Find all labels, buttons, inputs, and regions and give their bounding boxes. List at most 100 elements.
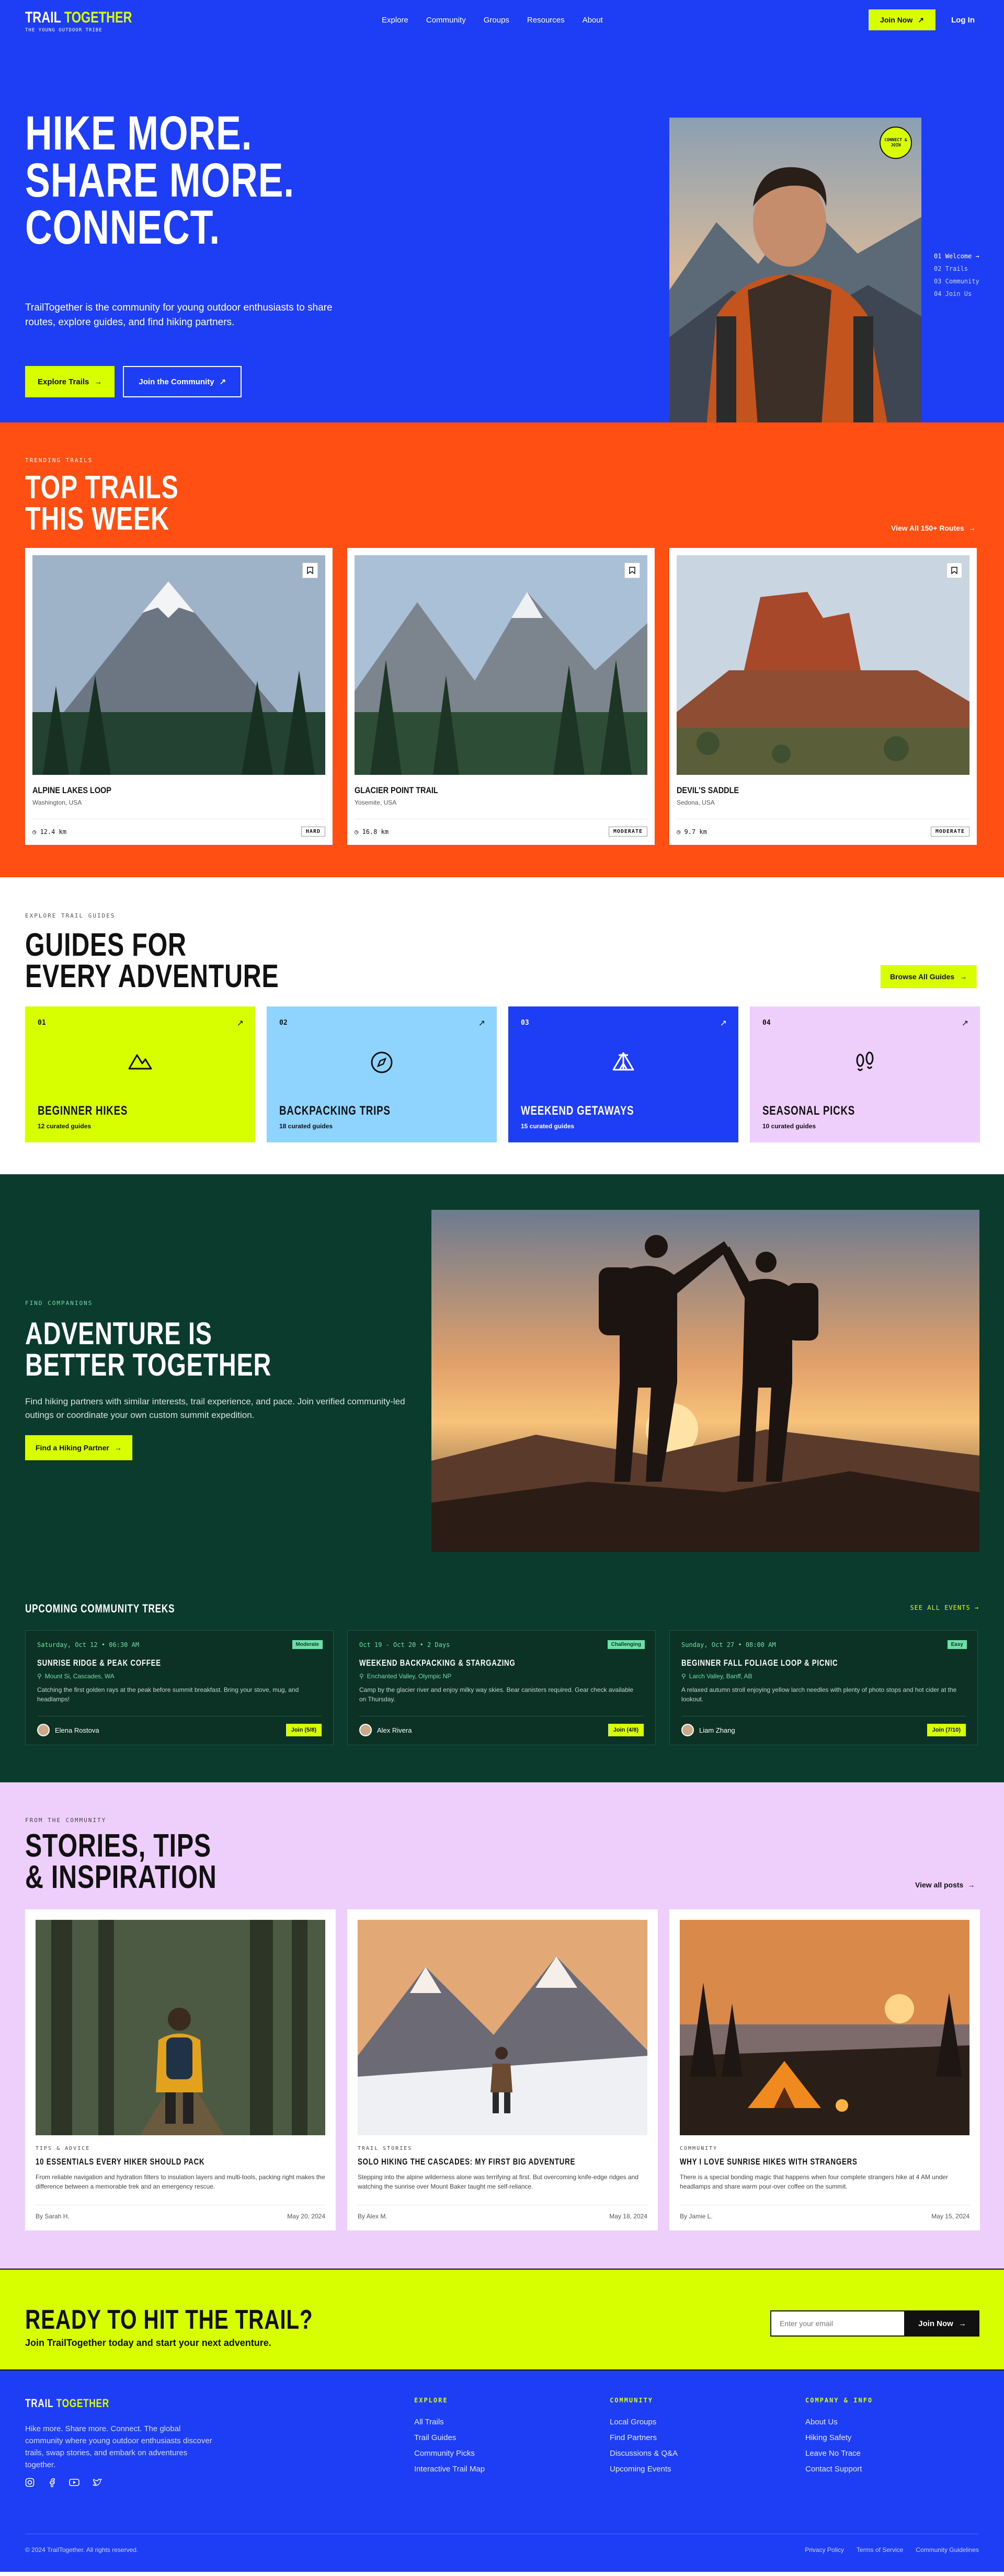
- footer-col-company: COMPANY & INFO About Us Hiking Safety Le…: [805, 2397, 873, 2477]
- compass-icon: [370, 1051, 393, 1074]
- trek-card[interactable]: Saturday, Oct 12 • 06:30 AM Moderate SUN…: [25, 1630, 334, 1745]
- story-author: By Alex M.: [358, 2213, 387, 2220]
- guide-card[interactable]: 02 ↗ BACKPACKING TRIPS 18 curated guides: [267, 1006, 497, 1142]
- hero-line-2: SHARE MORE.: [25, 154, 294, 207]
- bookmark-icon[interactable]: [624, 563, 640, 578]
- join-trek-button[interactable]: Join (4/8): [608, 1724, 644, 1736]
- email-input[interactable]: [770, 2310, 905, 2337]
- footer-brand[interactable]: TRAIL TOGETHER: [25, 2397, 109, 2410]
- join-trek-button[interactable]: Join (7/10): [927, 1724, 966, 1736]
- trail-card[interactable]: DEVIL'S SADDLE Sedona, USA ◷ 9.7 km MODER…: [669, 548, 977, 845]
- cta-join-button[interactable]: Join Now →: [905, 2310, 979, 2337]
- nav-link-community[interactable]: Community: [426, 16, 466, 25]
- nav-join-button[interactable]: Join Now ↗: [869, 9, 935, 30]
- trek-location: Mount Si, Cascades, WA: [44, 1673, 115, 1680]
- footer-col-heading: COMPANY & INFO: [805, 2397, 873, 2404]
- trek-host: Elena Rostova: [55, 1726, 99, 1734]
- guide-card[interactable]: 03 ↗ WEEKEND GETAWAYS 15 curated guides: [508, 1006, 738, 1142]
- hero-index-item[interactable]: 04 Join Us: [934, 288, 979, 300]
- bookmark-icon[interactable]: [302, 563, 318, 578]
- hero-index-item[interactable]: 01 Welcome →: [934, 250, 979, 262]
- trail-photo: [32, 555, 325, 775]
- arrow-up-right-icon: ↗: [961, 1019, 968, 1028]
- story-date: May 20, 2024: [287, 2213, 325, 2220]
- story-card[interactable]: COMMUNITY WHY I LOVE SUNRISE HIKES WITH …: [669, 1909, 980, 2230]
- nav-link-resources[interactable]: Resources: [527, 16, 565, 25]
- trek-description: Camp by the glacier river and enjoy milk…: [359, 1686, 634, 1703]
- avatar: [681, 1724, 694, 1736]
- footer-link[interactable]: Hiking Safety: [805, 2430, 873, 2446]
- find-partner-button[interactable]: Find a Hiking Partner →: [25, 1435, 132, 1460]
- browse-guides-button[interactable]: Browse All Guides →: [881, 965, 977, 988]
- avatar: [37, 1724, 50, 1736]
- footer-link[interactable]: Community Picks: [414, 2446, 485, 2461]
- footer-link[interactable]: All Trails: [414, 2414, 485, 2430]
- trails-heading-line: TOP TRAILS: [25, 470, 179, 506]
- footer-link[interactable]: Discussions & Q&A: [610, 2446, 678, 2461]
- hero-line-3: CONNECT.: [25, 201, 221, 254]
- nav-link-about[interactable]: About: [583, 16, 603, 25]
- guide-number: 02: [279, 1019, 288, 1027]
- footer-link[interactable]: Contact Support: [805, 2461, 873, 2477]
- trek-name: BEGINNER FALL FOLIAGE LOOP & PICNIC: [681, 1658, 838, 1668]
- guide-number: 04: [762, 1019, 771, 1027]
- guide-count: 18 curated guides: [279, 1123, 333, 1130]
- trails-heading-line: THIS WEEK: [25, 501, 169, 537]
- brand-logo[interactable]: TRAIL TOGETHER THE YOUNG OUTDOOR TRIBE: [25, 9, 162, 33]
- guide-count: 12 curated guides: [38, 1123, 92, 1130]
- story-photo: [680, 1920, 969, 2135]
- facebook-icon[interactable]: [47, 2478, 56, 2487]
- guidelines-link[interactable]: Community Guidelines: [916, 2546, 979, 2554]
- hero-lead: TrailTogether is the community for young…: [25, 302, 333, 328]
- story-photo: [36, 1920, 325, 2135]
- trek-location: Larch Valley, Banff, AB: [689, 1673, 752, 1680]
- trek-name: WEEKEND BACKPACKING & STARGAZING: [359, 1658, 516, 1668]
- trek-level-badge: Challenging: [607, 1640, 645, 1649]
- hikers-highfive-photo: [431, 1210, 979, 1552]
- hero-index-item[interactable]: 02 Trails: [934, 262, 979, 275]
- story-title: SOLO HIKING THE CASCADES: MY FIRST BIG A…: [358, 2157, 576, 2167]
- view-all-routes-link[interactable]: View All 150+ Routes →: [891, 524, 976, 532]
- footer-link[interactable]: Interactive Trail Map: [414, 2461, 485, 2477]
- difficulty-badge: HARD: [301, 827, 325, 837]
- join-trek-button[interactable]: Join (5/8): [286, 1724, 322, 1736]
- explore-trails-button[interactable]: Explore Trails →: [25, 366, 115, 397]
- footer-link[interactable]: Local Groups: [610, 2414, 678, 2430]
- trail-name: DEVIL'S SADDLE: [677, 785, 739, 795]
- trek-host: Liam Zhang: [699, 1726, 735, 1734]
- view-all-posts-link[interactable]: View all posts →: [915, 1881, 975, 1889]
- footer-link[interactable]: Upcoming Events: [610, 2461, 678, 2477]
- youtube-icon[interactable]: [69, 2478, 79, 2487]
- guide-card[interactable]: 04 ↗ SEASONAL PICKS 10 curated guides: [750, 1006, 980, 1142]
- trail-card[interactable]: GLACIER POINT TRAIL Yosemite, USA ◷ 16.8…: [347, 548, 655, 845]
- nav-login-link[interactable]: Log In: [951, 16, 975, 25]
- footer-link[interactable]: About Us: [805, 2414, 873, 2430]
- connect-join-badge[interactable]: CONNECT & JOIN: [880, 127, 912, 159]
- privacy-policy-link[interactable]: Privacy Policy: [805, 2546, 844, 2554]
- bookmark-icon[interactable]: [946, 563, 962, 578]
- guide-card[interactable]: 01 ↗ BEGINNER HIKES 12 curated guides: [25, 1006, 255, 1142]
- trek-card[interactable]: Sunday, Oct 27 • 08:00 AM Easy BEGINNER …: [669, 1630, 978, 1745]
- footer-link[interactable]: Trail Guides: [414, 2430, 485, 2446]
- clock-icon: ◷: [32, 828, 37, 835]
- see-all-events-link[interactable]: SEE ALL EVENTS →: [910, 1604, 979, 1611]
- story-card[interactable]: TIPS & ADVICE 10 ESSENTIALS EVERY HIKER …: [25, 1909, 336, 2230]
- trail-card[interactable]: ALPINE LAKES LOOP Washington, USA ◷ 12.4…: [25, 548, 333, 845]
- instagram-icon[interactable]: [25, 2478, 35, 2487]
- nav-link-explore[interactable]: Explore: [382, 16, 408, 25]
- hero-index-item[interactable]: 03 Community: [934, 275, 979, 288]
- terms-link[interactable]: Terms of Service: [857, 2546, 903, 2554]
- difficulty-badge: MODERATE: [608, 827, 647, 837]
- story-card[interactable]: TRAIL STORIES SOLO HIKING THE CASCADES: …: [347, 1909, 658, 2230]
- twitter-icon[interactable]: [92, 2478, 102, 2487]
- footer-link[interactable]: Find Partners: [610, 2430, 678, 2446]
- trek-card[interactable]: Oct 19 - Oct 20 • 2 Days Challenging WEE…: [347, 1630, 656, 1745]
- pin-icon: ⚲: [359, 1673, 364, 1680]
- story-category: COMMUNITY: [680, 2146, 718, 2151]
- footer-link[interactable]: Leave No Trace: [805, 2446, 873, 2461]
- nav-link-groups[interactable]: Groups: [484, 16, 509, 25]
- arrow-right-icon: →: [968, 524, 976, 532]
- hero-headline: HIKE MORE. SHARE MORE. CONNECT.: [25, 109, 351, 254]
- hero-section: HIKE MORE. SHARE MORE. CONNECT. TrailTog…: [0, 42, 1004, 432]
- join-community-button[interactable]: Join the Community ↗: [123, 366, 242, 397]
